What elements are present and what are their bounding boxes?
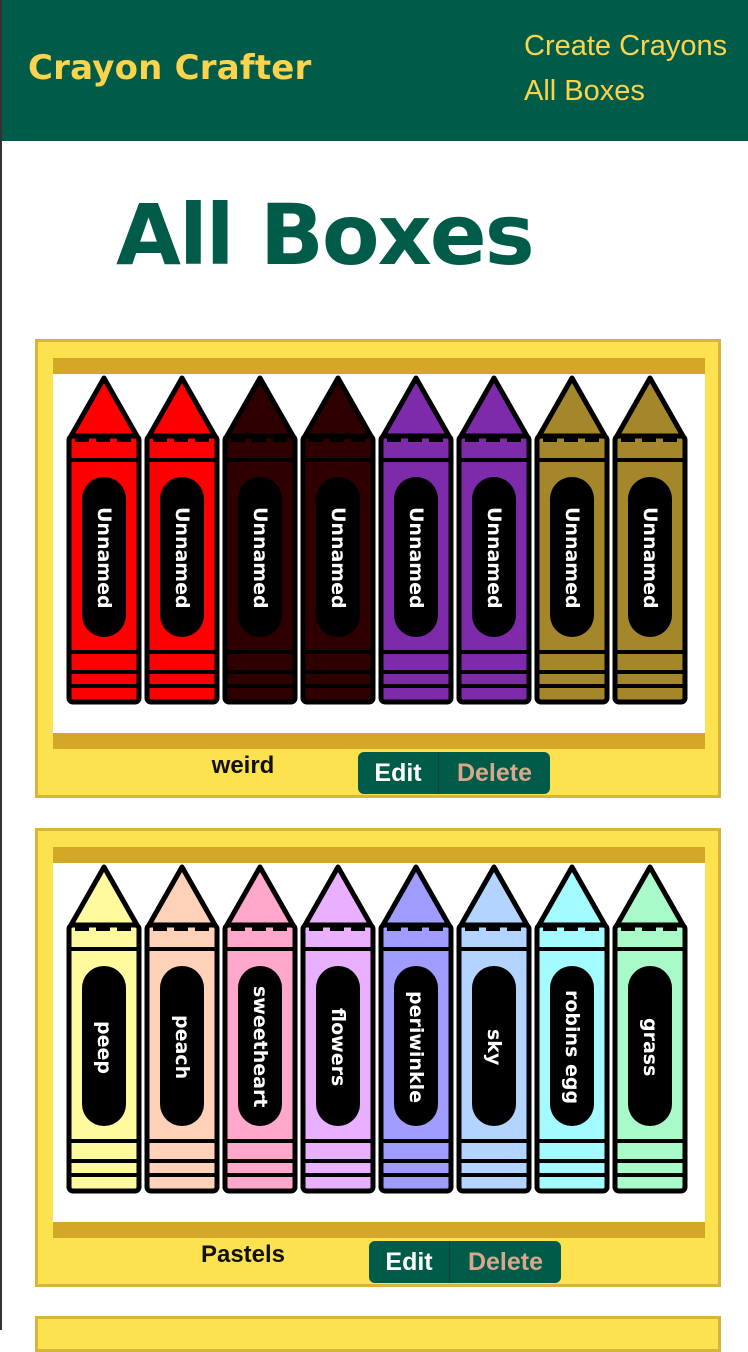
crayon[interactable]: robins egg — [533, 863, 611, 1195]
box-name: weird — [211, 752, 275, 779]
page-title: All Boxes — [116, 186, 535, 284]
page-left-border — [0, 0, 2, 1330]
crayon-name: Unnamed — [93, 507, 115, 609]
crayon[interactable]: flowers — [299, 863, 377, 1195]
crayon-box: peep peach sweetheart flowers periwinkle… — [35, 828, 721, 1287]
crayon-name: robins egg — [561, 989, 583, 1105]
crayon-name: Unnamed — [249, 507, 271, 609]
crayon-name: grass — [639, 1017, 661, 1077]
crayon[interactable]: Unnamed — [143, 374, 221, 706]
box-crayon-shelf: peep peach sweetheart flowers periwinkle… — [53, 863, 705, 1222]
crayon-name: Unnamed — [171, 507, 193, 609]
box-name: Pastels — [200, 1241, 286, 1268]
crayon[interactable]: sweetheart — [221, 863, 299, 1195]
box-actions: Edit Delete — [358, 752, 550, 794]
crayon[interactable]: grass — [611, 863, 689, 1195]
nav-link-create-crayons[interactable]: Create Crayons — [524, 30, 727, 63]
delete-box-button[interactable]: Delete — [439, 752, 550, 794]
crayon-name: periwinkle — [405, 991, 427, 1103]
brand-logo[interactable]: Crayon Crafter — [28, 48, 312, 88]
crayon-name: Unnamed — [561, 507, 583, 609]
crayon-name: Unnamed — [639, 507, 661, 609]
crayon-name: peach — [171, 1014, 193, 1080]
shelf-bottom-rail — [53, 1222, 705, 1238]
crayon-box: Unnamed Unnamed Unnamed Unnamed Unnamed … — [35, 339, 721, 798]
crayon[interactable]: sky — [455, 863, 533, 1195]
crayon-name: sweetheart — [249, 986, 271, 1108]
crayon[interactable]: Unnamed — [377, 374, 455, 706]
crayon[interactable]: Unnamed — [65, 374, 143, 706]
delete-box-button[interactable]: Delete — [450, 1241, 561, 1283]
crayon[interactable]: Unnamed — [533, 374, 611, 706]
edit-box-button[interactable]: Edit — [358, 752, 439, 794]
shelf-top-rail — [53, 847, 705, 863]
crayon[interactable]: Unnamed — [221, 374, 299, 706]
crayon-name: peep — [93, 1020, 115, 1074]
crayon-row: peep peach sweetheart flowers periwinkle… — [65, 863, 689, 1195]
crayon-box-partial — [35, 1316, 721, 1352]
crayon[interactable]: periwinkle — [377, 863, 455, 1195]
shelf-top-rail — [53, 358, 705, 374]
crayon[interactable]: peach — [143, 863, 221, 1195]
edit-box-button[interactable]: Edit — [369, 1241, 450, 1283]
crayon-name: sky — [483, 1028, 505, 1066]
box-actions: Edit Delete — [369, 1241, 561, 1283]
crayon[interactable]: Unnamed — [455, 374, 533, 706]
crayon[interactable]: peep — [65, 863, 143, 1195]
crayon-name: Unnamed — [327, 507, 349, 609]
box-crayon-shelf: Unnamed Unnamed Unnamed Unnamed Unnamed … — [53, 374, 705, 733]
crayon-row: Unnamed Unnamed Unnamed Unnamed Unnamed … — [65, 374, 689, 706]
nav-link-all-boxes[interactable]: All Boxes — [524, 75, 645, 108]
shelf-bottom-rail — [53, 733, 705, 749]
crayon-name: flowers — [327, 1007, 349, 1087]
crayon[interactable]: Unnamed — [299, 374, 377, 706]
crayon[interactable]: Unnamed — [611, 374, 689, 706]
crayon-name: Unnamed — [483, 507, 505, 609]
top-nav-bar: Crayon Crafter Create Crayons All Boxes — [0, 0, 748, 141]
crayon-name: Unnamed — [405, 507, 427, 609]
